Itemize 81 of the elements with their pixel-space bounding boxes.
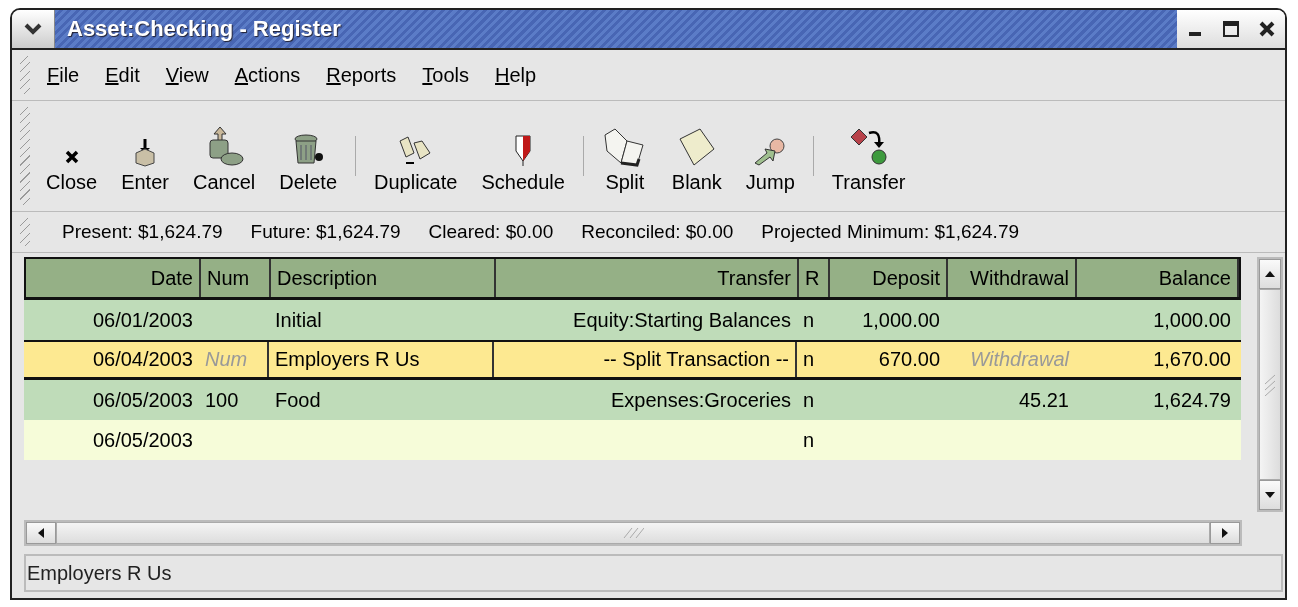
book-icon [602, 127, 647, 167]
toolbar-button[interactable]: Enter [109, 118, 181, 194]
menu-item[interactable]: Help [482, 63, 550, 87]
summary-text: Cleared: $0.00 [428, 221, 554, 243]
menu-item[interactable]: Reports [313, 63, 410, 87]
toolbar-button[interactable]: Blank [659, 118, 734, 194]
summary-text: Future: $1,624.79 [250, 221, 401, 243]
scroll-left-button[interactable] [26, 522, 56, 544]
trash-can-icon [291, 133, 326, 167]
table-cell: 06/04/2003 [92, 348, 193, 371]
table-cell: 1,000.00 [1153, 308, 1231, 332]
left-arrow-icon [36, 527, 46, 539]
scroll-up-button[interactable] [1259, 259, 1281, 289]
menu-item[interactable]: View [152, 63, 222, 87]
column-header: Description [277, 266, 378, 290]
pen-icon [513, 133, 534, 167]
column-header: Transfer [717, 266, 791, 290]
maximize-icon [1222, 20, 1240, 38]
placeholder-text: Num [205, 348, 248, 371]
status-text: Employers R Us [27, 561, 172, 585]
column-header: R [805, 266, 820, 290]
toolbar-button[interactable]: Split [589, 118, 660, 194]
table-cell: 100 [205, 388, 239, 412]
table-row[interactable]: 06/05/2003 n [24, 420, 1241, 460]
summary-text: Reconciled: $0.00 [581, 221, 734, 243]
close-icon [1258, 20, 1276, 38]
table-cell: Equity:Starting Balances [573, 308, 791, 332]
table-cell: 45.21 [1018, 388, 1069, 412]
chevron-down-icon[interactable] [24, 23, 42, 35]
column-header: Balance [1158, 266, 1231, 290]
column-header: Num [207, 266, 250, 290]
table-cell: 06/05/2003 [92, 428, 193, 452]
table-cell: 06/01/2003 [92, 308, 193, 332]
table-cell: 670.00 [878, 348, 940, 371]
menu-item[interactable]: Tools [409, 63, 483, 87]
right-arrow-icon [1220, 527, 1230, 539]
table-cell: n [803, 388, 815, 412]
table-cell: n [803, 428, 815, 452]
table-row[interactable]: 06/05/2003 100 Food Expenses:Groceries n 45.21 1,624.79 [24, 380, 1241, 420]
toolbar-button[interactable]: Transfer [819, 118, 918, 194]
table-cell: -- Split Transaction -- [603, 348, 789, 371]
selected-row[interactable]: 06/04/2003 Num Employers R Us -- Split Transaction -- n 670.00 Withdrawal 1,670.00 [24, 340, 1241, 380]
close-button[interactable] [1249, 10, 1285, 48]
column-header: Date [150, 266, 193, 290]
table-cell: Expenses:Groceries [610, 388, 791, 412]
down-arrow-icon [1264, 490, 1276, 500]
scroll-down-button[interactable] [1259, 480, 1281, 510]
box-arrow-icon [133, 137, 158, 167]
placeholder-text: Withdrawal [970, 348, 1069, 371]
menu-item[interactable]: File [34, 63, 93, 87]
column-header: Withdrawal [970, 266, 1069, 290]
minimize-button[interactable] [1177, 10, 1213, 48]
toolbar-button[interactable]: Delete [267, 118, 350, 194]
menu-item[interactable]: Actions [221, 63, 314, 87]
minimize-icon [1189, 32, 1201, 36]
table-cell: 06/05/2003 [92, 388, 193, 412]
arrow-ball-icon [753, 137, 788, 167]
toolbar-button[interactable]: Duplicate [362, 118, 470, 194]
up-arrow-icon [1264, 269, 1276, 279]
table-cell: n [803, 348, 815, 371]
table-cell: 1,624.79 [1153, 388, 1231, 412]
table-cell: 1,000.00 [862, 308, 940, 332]
summary-text: Projected Minimum: $1,624.79 [761, 221, 1020, 243]
column-header: Deposit [872, 266, 940, 290]
table-cell: Initial [275, 308, 322, 332]
toolbar-button[interactable]: Schedule [469, 118, 577, 194]
summary-text: Present: $1,624.79 [62, 221, 223, 243]
window-title: Asset:Checking - Register [67, 16, 341, 42]
menu-item[interactable]: Edit [92, 63, 153, 87]
scrollbar-thumb[interactable] [56, 522, 1210, 544]
table-cell: Food [275, 388, 321, 412]
scroll-right-button[interactable] [1210, 522, 1240, 544]
scrollbar-thumb[interactable] [1259, 289, 1281, 480]
table-cell: n [803, 308, 815, 332]
toolbar-button[interactable]: Jump [733, 118, 807, 194]
table-cell: 1,670.00 [1153, 348, 1231, 371]
toolbar-button[interactable]: Cancel [180, 118, 268, 194]
transfer-icon [848, 127, 889, 167]
toolbar-button[interactable]: Close [34, 118, 110, 194]
page-icon [677, 127, 716, 167]
table-row[interactable]: 06/01/2003 Initial Equity:Starting Balances n 1,000.00 1,000.00 [24, 300, 1241, 340]
